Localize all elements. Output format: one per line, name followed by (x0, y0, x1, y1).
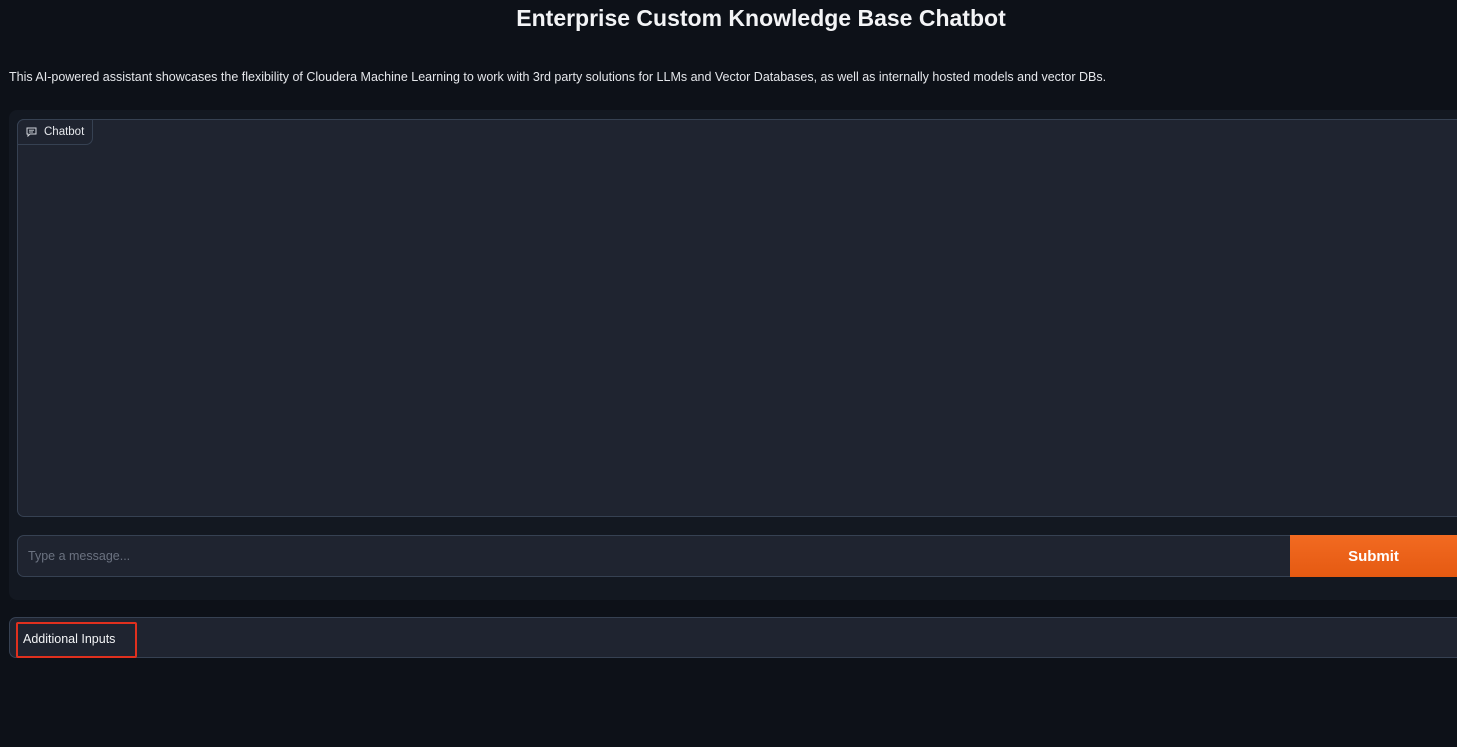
page-title: Enterprise Custom Knowledge Base Chatbot (516, 5, 1006, 31)
chat-interface-panel: Chatbot Submit (9, 110, 1457, 600)
additional-inputs-accordion[interactable]: Additional Inputs (9, 617, 1457, 658)
chat-bubble-icon (26, 127, 37, 137)
submit-button[interactable]: Submit (1290, 535, 1457, 577)
message-input[interactable] (17, 535, 1290, 577)
chatbot-display[interactable]: Chatbot (17, 119, 1457, 517)
chatbot-label-badge: Chatbot (17, 119, 94, 145)
additional-inputs-label[interactable]: Additional Inputs (16, 622, 137, 658)
page-description: This AI-powered assistant showcases the … (9, 70, 1107, 84)
message-composer: Submit (17, 535, 1457, 577)
chatbot-label-text: Chatbot (44, 126, 85, 138)
